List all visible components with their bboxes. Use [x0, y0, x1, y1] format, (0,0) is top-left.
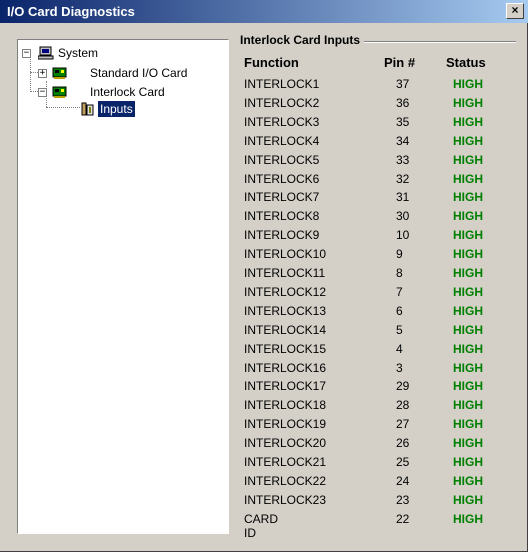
window-title: I/O Card Diagnostics [7, 4, 135, 19]
collapse-icon[interactable]: − [22, 49, 31, 58]
status-cell: HIGH [453, 360, 483, 375]
function-cell: INTERLOCK11 [244, 266, 326, 280]
status-cell: HIGH [453, 133, 483, 148]
header-status: Status [446, 55, 486, 70]
title-bar[interactable]: I/O Card Diagnostics × [0, 0, 528, 23]
status-cell: HIGH [453, 455, 483, 469]
pin-cell: 34 [396, 133, 410, 148]
collapse-icon[interactable]: − [38, 88, 47, 97]
pin-cell: 24 [396, 473, 410, 488]
pin-cell: 28 [396, 398, 410, 413]
status-cell: HIGH [453, 511, 483, 526]
tree-connector [30, 57, 31, 92]
function-cell: INTERLOCK20 [244, 436, 327, 451]
function-cell: INTERLOCK3 [244, 114, 320, 129]
tree-label-standard-io: Standard I/O Card [90, 66, 188, 80]
status-cell: HIGH [453, 209, 483, 224]
function-cell: INTERLOCK10 [244, 247, 327, 262]
function-cell: INTERLOCK16 [244, 360, 327, 375]
header-function: Function [244, 55, 299, 70]
status-cell: HIGH [453, 284, 483, 299]
circuit-card-icon [52, 67, 67, 79]
pin-cell: 36 [396, 95, 410, 110]
inputs-icon [81, 102, 94, 116]
header-pin: Pin # [384, 55, 416, 70]
function-cell: INTERLOCK6 [244, 171, 320, 186]
expand-icon[interactable]: + [38, 69, 47, 78]
pin-cell: 27 [396, 417, 410, 432]
pin-cell: 25 [396, 455, 410, 469]
function-cell: INTERLOCK14 [244, 322, 327, 337]
function-cell: INTERLOCK9 [244, 228, 320, 243]
status-cell: HIGH [453, 436, 483, 451]
computer-icon [38, 46, 54, 60]
function-cell: INTERLOCK22 [244, 473, 327, 488]
function-cell: INTERLOCK23 [244, 492, 327, 507]
status-cell: HIGH [453, 341, 483, 356]
function-cell: CARD ID [244, 511, 279, 540]
status-cell: HIGH [453, 492, 483, 507]
status-cell: HIGH [453, 152, 483, 167]
pin-cell: 3 [396, 360, 403, 375]
status-cell: HIGH [453, 473, 483, 488]
circuit-card-icon [52, 86, 67, 98]
status-cell: HIGH [453, 228, 483, 243]
pin-cell: 33 [396, 152, 410, 167]
function-cell: INTERLOCK19 [244, 417, 327, 432]
status-cell: HIGH [453, 190, 483, 205]
pin-cell: 8 [396, 266, 403, 280]
status-cell: HIGH [453, 303, 483, 318]
pin-cell: 5 [396, 322, 403, 337]
pin-cell: 9 [396, 247, 403, 262]
pin-cell: 31 [396, 190, 410, 205]
pin-cell: 7 [396, 284, 403, 299]
tree-label-inputs: Inputs [98, 101, 135, 117]
close-button[interactable]: × [506, 3, 524, 19]
group-title: Interlock Card Inputs [240, 33, 365, 47]
pin-cell: 29 [396, 379, 410, 394]
status-cell: HIGH [453, 417, 483, 432]
pin-cell: 30 [396, 209, 410, 224]
pin-cell: 37 [396, 77, 410, 91]
function-cell: INTERLOCK18 [244, 398, 327, 413]
pin-cell: 10 [396, 228, 410, 243]
pin-cell: 35 [396, 114, 410, 129]
status-cell: HIGH [453, 95, 483, 110]
function-cell: INTERLOCK7 [244, 190, 320, 205]
tree-label-system: System [58, 46, 99, 60]
pin-cell: 6 [396, 303, 403, 318]
diagnostics-window: I/O Card Diagnostics × − System + Standa… [0, 0, 528, 552]
function-cell: INTERLOCK2 [244, 95, 320, 110]
status-cell: HIGH [453, 379, 483, 394]
function-cell: INTERLOCK15 [244, 341, 327, 356]
tree-label-interlock-card: Interlock Card [90, 85, 165, 99]
function-cell: INTERLOCK1 [244, 77, 320, 91]
pin-cell: 32 [396, 171, 410, 186]
pin-cell: 23 [396, 492, 410, 507]
tree-connector [46, 107, 80, 108]
status-cell: HIGH [453, 114, 483, 129]
pin-cell: 26 [396, 436, 410, 451]
function-cell: INTERLOCK17 [244, 379, 327, 394]
function-cell: INTERLOCK21 [244, 455, 327, 469]
status-cell: HIGH [453, 77, 483, 91]
status-cell: HIGH [453, 171, 483, 186]
pin-cell: 4 [396, 341, 403, 356]
pin-cell: 22 [396, 511, 410, 526]
status-cell: HIGH [453, 322, 483, 337]
function-cell: INTERLOCK8 [244, 209, 320, 224]
close-icon: × [511, 3, 519, 17]
function-cell: INTERLOCK4 [244, 133, 320, 148]
function-cell: INTERLOCK12 [244, 284, 327, 299]
status-cell: HIGH [453, 398, 483, 413]
status-cell: HIGH [453, 247, 483, 262]
function-cell: INTERLOCK5 [244, 152, 320, 167]
function-cell: INTERLOCK13 [244, 303, 327, 318]
tree-view[interactable]: − System + Standard I/O Card − Interlock… [17, 39, 229, 534]
status-cell: HIGH [453, 266, 483, 280]
